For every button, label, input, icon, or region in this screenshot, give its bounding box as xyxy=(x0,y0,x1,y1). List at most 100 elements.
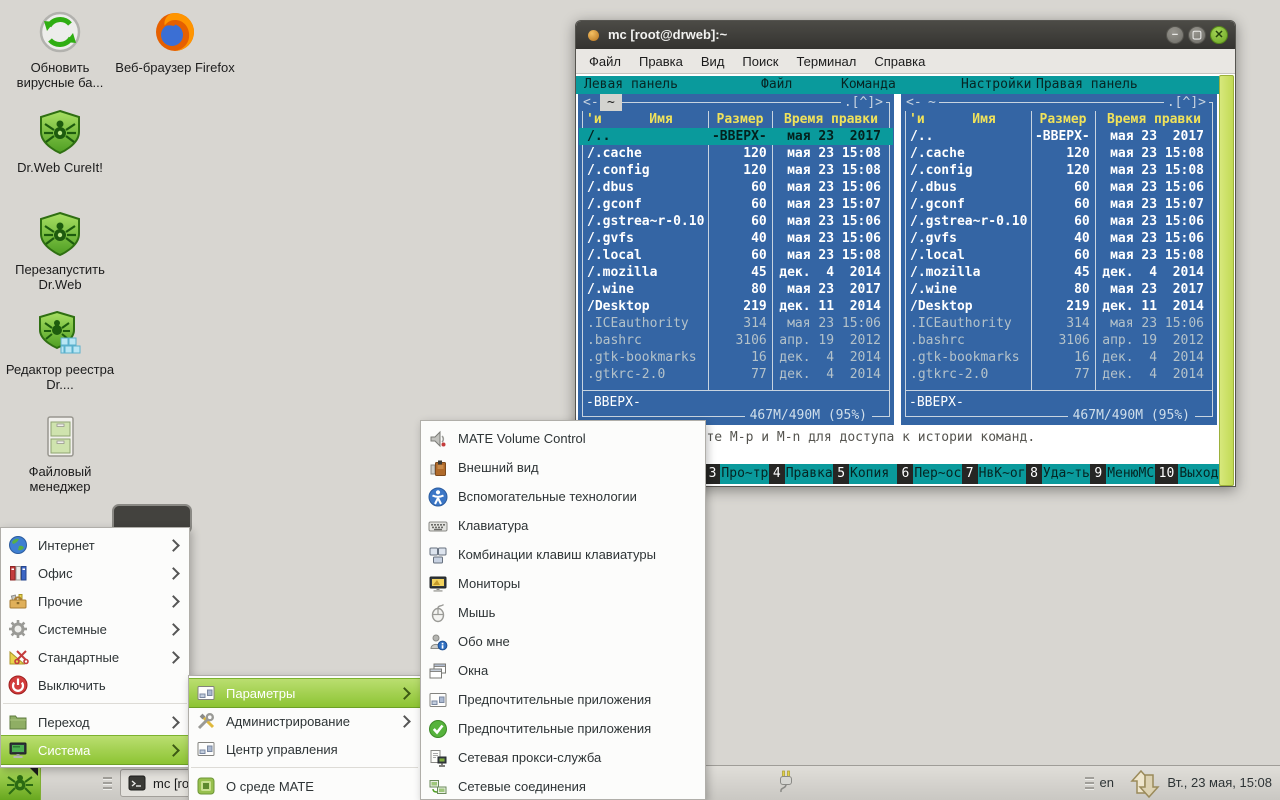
file-row[interactable]: /.config120мая 23 15:08 xyxy=(902,162,1216,179)
menu-item[interactable]: О среде MATE xyxy=(189,772,420,800)
fkey-6[interactable]: 6Пер~ос xyxy=(897,464,961,484)
menu-item[interactable]: Внешний вид xyxy=(421,453,705,482)
file-row[interactable]: /.cache120мая 23 15:08 xyxy=(579,145,893,162)
menu-item[interactable]: Параметры xyxy=(189,678,420,708)
menu-item[interactable]: Прочие xyxy=(1,587,189,615)
file-row[interactable]: /.cache120мая 23 15:08 xyxy=(902,145,1216,162)
menu-item[interactable]: Мониторы xyxy=(421,569,705,598)
mc-menu-item[interactable]: Файл xyxy=(761,76,792,94)
desktop-icon[interactable]: Файловый менеджер xyxy=(0,412,120,494)
file-row[interactable]: .gtk-bookmarks16дек. 4 2014 xyxy=(902,349,1216,366)
menu-item[interactable]: Системные xyxy=(1,615,189,643)
file-row[interactable]: /.wine80мая 23 2017 xyxy=(902,281,1216,298)
menu-item[interactable]: Клавиатура xyxy=(421,511,705,540)
terminal-menu-item[interactable]: Справка xyxy=(865,50,934,73)
file-row[interactable]: /.dbus60мая 23 15:06 xyxy=(902,179,1216,196)
close-button[interactable]: ✕ xyxy=(1210,26,1228,44)
fkey-9[interactable]: 9МенюМС xyxy=(1090,464,1154,484)
col-mtime[interactable]: Время правки xyxy=(1095,111,1213,128)
menu-item[interactable]: Предпочтительные приложения xyxy=(421,685,705,714)
fkey-8[interactable]: 8Уда~ть xyxy=(1026,464,1090,484)
file-row[interactable]: .ICEauthority314мая 23 15:06 xyxy=(579,315,893,332)
col-name[interactable]: Имя xyxy=(614,111,708,128)
file-row[interactable]: /.gvfs40мая 23 15:06 xyxy=(902,230,1216,247)
panel-corner-controls[interactable]: .[^]> xyxy=(841,94,886,111)
maximize-button[interactable]: ▢ xyxy=(1188,26,1206,44)
menu-item[interactable]: Стандартные xyxy=(1,643,189,671)
file-row[interactable]: /..-ВВЕРХ-мая 23 2017 xyxy=(579,128,893,145)
col-size[interactable]: Размер xyxy=(708,111,772,128)
file-row[interactable]: .gtkrc-2.077дек. 4 2014 xyxy=(902,366,1216,383)
desktop-icon[interactable]: Редактор реестра Dr.... xyxy=(0,310,120,392)
tray-handle[interactable] xyxy=(1085,777,1094,790)
clock[interactable]: Вт., 23 мая, 15:08 xyxy=(1167,775,1272,790)
panel-handle[interactable] xyxy=(103,777,112,790)
menu-item[interactable]: Сетевая прокси-служба xyxy=(421,743,705,772)
fkey-5[interactable]: 5Копия xyxy=(833,464,897,484)
mc-menu-item[interactable]: Левая панель xyxy=(584,76,678,94)
desktop-icon[interactable]: Dr.Web CureIt! xyxy=(0,108,120,175)
file-row[interactable]: .gtk-bookmarks16дек. 4 2014 xyxy=(579,349,893,366)
file-row[interactable]: /.mozilla45дек. 4 2014 xyxy=(902,264,1216,281)
file-row[interactable]: /.gvfs40мая 23 15:06 xyxy=(579,230,893,247)
start-menu-button[interactable] xyxy=(0,766,41,800)
fkey-10[interactable]: 10Выход xyxy=(1155,464,1219,484)
file-row[interactable]: /.local60мая 23 15:08 xyxy=(902,247,1216,264)
file-row[interactable]: .gtkrc-2.077дек. 4 2014 xyxy=(579,366,893,383)
file-row[interactable]: /Desktop219дек. 11 2014 xyxy=(902,298,1216,315)
menu-item[interactable]: Комбинации клавиш клавиатуры xyxy=(421,540,705,569)
menu-item[interactable]: Интернет xyxy=(1,531,189,559)
file-row[interactable]: /.config120мая 23 15:08 xyxy=(579,162,893,179)
layout-switch-icon[interactable] xyxy=(1128,769,1162,800)
fkey-4[interactable]: 4Правка xyxy=(769,464,833,484)
fkey-3[interactable]: 3Про~тр xyxy=(705,464,769,484)
file-row[interactable]: /.mozilla45дек. 4 2014 xyxy=(579,264,893,281)
menu-item[interactable]: Мышь xyxy=(421,598,705,627)
file-row[interactable]: /.wine80мая 23 2017 xyxy=(579,281,893,298)
menu-item[interactable]: Выключить xyxy=(1,671,189,699)
file-row[interactable]: /..-ВВЕРХ-мая 23 2017 xyxy=(902,128,1216,145)
terminal-scrollbar[interactable] xyxy=(1219,75,1234,486)
desktop-icon[interactable]: Веб-браузер Firefox xyxy=(115,8,235,75)
file-row[interactable]: .bashrc3106апр. 19 2012 xyxy=(902,332,1216,349)
file-row[interactable]: /.local60мая 23 15:08 xyxy=(579,247,893,264)
menu-item[interactable]: Сетевые соединения xyxy=(421,772,705,800)
panel-corner-controls[interactable]: .[^]> xyxy=(1164,94,1209,111)
terminal-menu-item[interactable]: Поиск xyxy=(733,50,787,73)
keyboard-layout-indicator[interactable]: en xyxy=(1100,775,1114,790)
mc-menu-item[interactable]: Правая панель xyxy=(1036,76,1138,94)
menu-item[interactable]: Предпочтительные приложения xyxy=(421,714,705,743)
panel-path[interactable]: ~ xyxy=(925,94,939,111)
menu-item[interactable]: Окна xyxy=(421,656,705,685)
col-size[interactable]: Размер xyxy=(1031,111,1095,128)
file-row[interactable]: /Desktop219дек. 11 2014 xyxy=(579,298,893,315)
terminal-menu-item[interactable]: Вид xyxy=(692,50,734,73)
menu-item[interactable]: Администрирование xyxy=(189,707,420,735)
power-plug-icon[interactable] xyxy=(776,770,796,800)
file-row[interactable]: /.gconf60мая 23 15:07 xyxy=(579,196,893,213)
mc-menu-item[interactable]: Команда xyxy=(841,76,896,94)
file-row[interactable]: /.dbus60мая 23 15:06 xyxy=(579,179,893,196)
menu-item[interactable]: Офис xyxy=(1,559,189,587)
file-row[interactable]: /.gstrea~r-0.1060мая 23 15:06 xyxy=(902,213,1216,230)
menu-item[interactable]: Центр управления xyxy=(189,735,420,763)
window-titlebar[interactable]: mc [root@drweb]:~ − ▢ ✕ xyxy=(576,21,1235,49)
terminal-menu-item[interactable]: Файл xyxy=(580,50,630,73)
menu-item[interactable]: Система xyxy=(1,735,189,765)
mc-menu-item[interactable]: Настройки xyxy=(961,76,1031,94)
file-row[interactable]: .bashrc3106апр. 19 2012 xyxy=(579,332,893,349)
panel-left-arrow[interactable]: <- xyxy=(580,94,602,111)
menu-item[interactable]: Вспомогательные технологии xyxy=(421,482,705,511)
terminal-menu-item[interactable]: Терминал xyxy=(787,50,865,73)
desktop-icon[interactable]: Перезапустить Dr.Web xyxy=(0,210,120,292)
terminal-menu-item[interactable]: Правка xyxy=(630,50,692,73)
menu-item[interactable]: Обо мне xyxy=(421,627,705,656)
file-row[interactable]: /.gstrea~r-0.1060мая 23 15:06 xyxy=(579,213,893,230)
col-mtime[interactable]: Время правки xyxy=(772,111,890,128)
panel-path[interactable]: ~ xyxy=(600,94,622,111)
col-name[interactable]: Имя xyxy=(937,111,1031,128)
desktop-icon[interactable]: Обновить вирусные ба... xyxy=(0,8,120,90)
panel-left-arrow[interactable]: <- xyxy=(903,94,925,111)
fkey-7[interactable]: 7НвК~ог xyxy=(962,464,1026,484)
file-row[interactable]: .ICEauthority314мая 23 15:06 xyxy=(902,315,1216,332)
